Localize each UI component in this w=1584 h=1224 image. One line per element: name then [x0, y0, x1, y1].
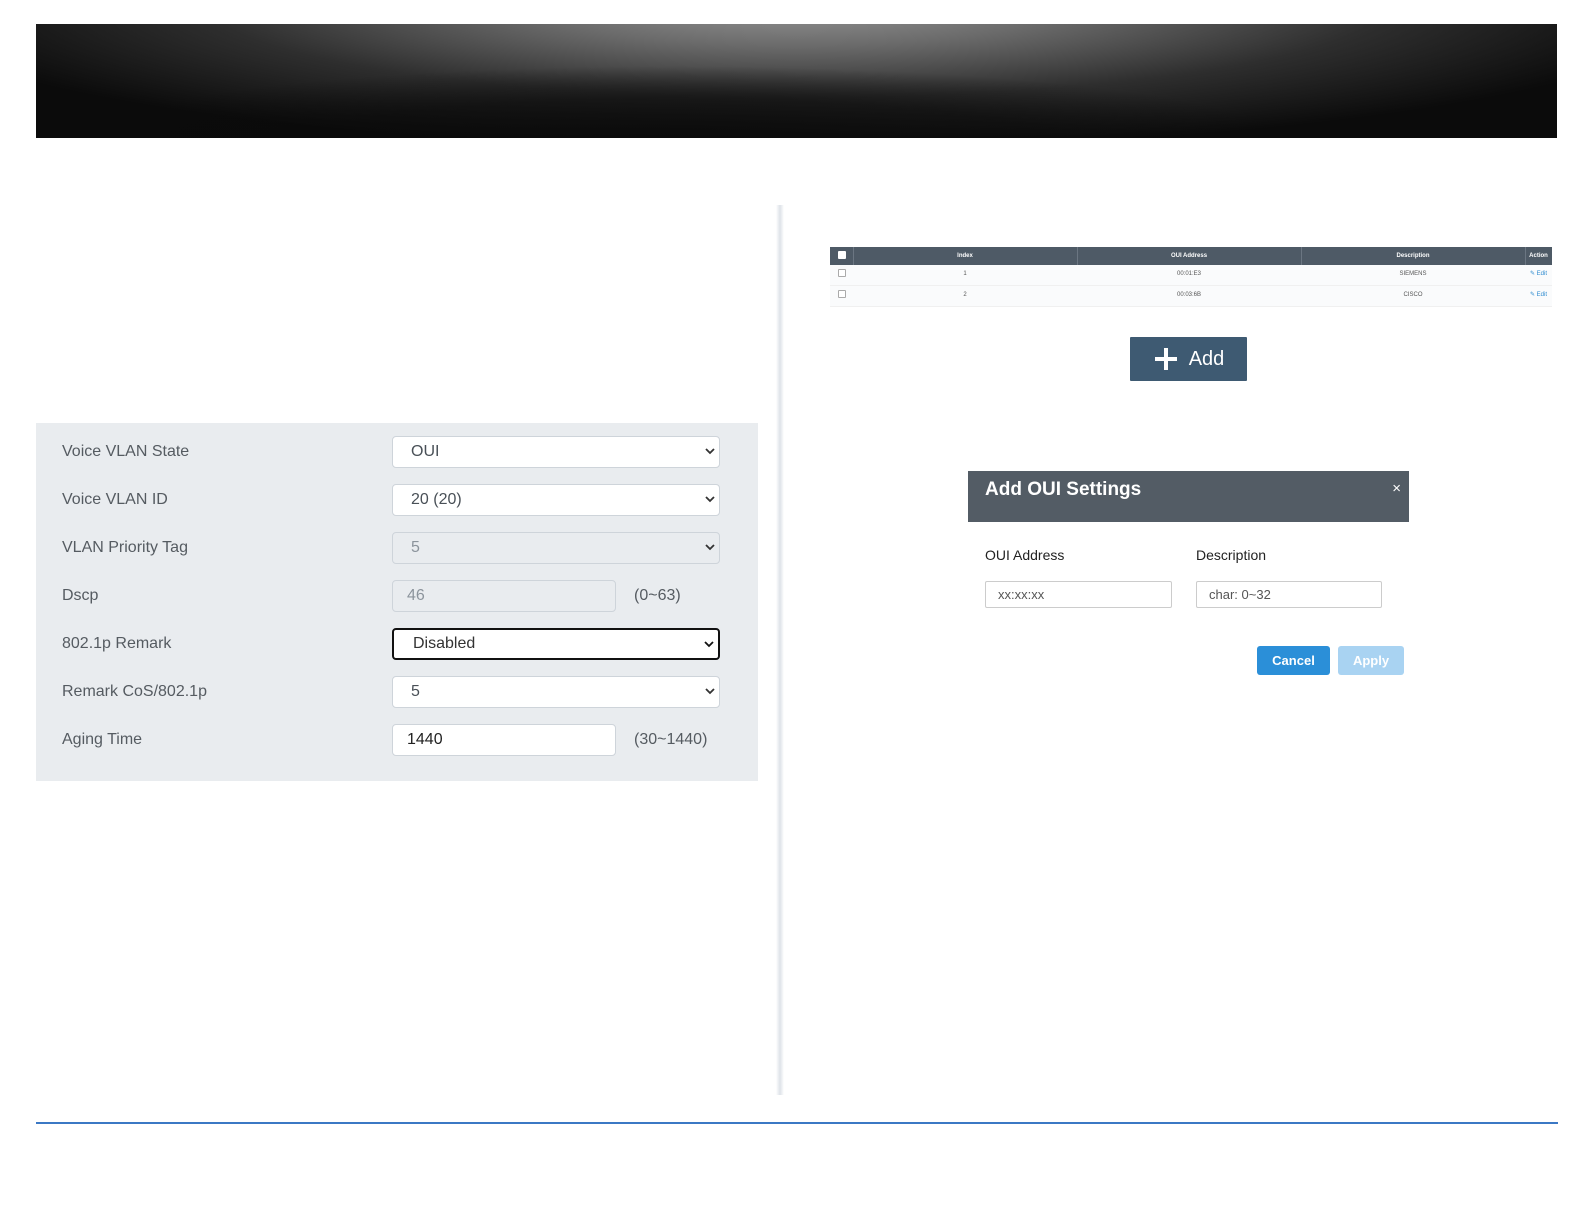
remark-cos-label: Remark CoS/802.1p: [62, 683, 207, 700]
edit-link[interactable]: ✎ Edit: [1525, 265, 1552, 285]
col-header-oui-address: OUI Address: [1077, 247, 1302, 265]
add-button-label: Add: [1188, 347, 1225, 370]
remark-cos-value: 5: [411, 683, 420, 700]
oui-address-placeholder: xx:xx:xx: [998, 587, 1045, 602]
plus-icon: [1154, 348, 1177, 370]
voice-vlan-state-select[interactable]: OUI: [392, 436, 720, 468]
row-aging-time: Aging Time 1440 (30~1440): [36, 723, 758, 759]
row-vlan-priority-tag: VLAN Priority Tag 5: [36, 531, 758, 567]
vlan-priority-tag-select[interactable]: 5: [392, 532, 720, 564]
aging-time-value: 1440: [407, 731, 443, 748]
col-header-action: Action: [1529, 253, 1548, 259]
table-row: 2 00:03:6B CISCO ✎ Edit: [830, 286, 1552, 307]
aging-time-input[interactable]: 1440: [392, 724, 616, 756]
description-placeholder: char: 0~32: [1209, 587, 1271, 602]
dscp-value: 46: [407, 587, 425, 604]
apply-button[interactable]: Apply: [1338, 646, 1404, 675]
vlan-priority-tag-label: VLAN Priority Tag: [62, 539, 188, 556]
row-description: CISCO: [1403, 292, 1423, 298]
dscp-range: (0~63): [634, 587, 681, 604]
row-dscp: Dscp 46 (0~63): [36, 579, 758, 615]
aging-time-label: Aging Time: [62, 731, 143, 748]
col-header-index: Index: [853, 247, 1078, 265]
chevron-down-icon: [704, 641, 714, 648]
close-icon[interactable]: ×: [1392, 480, 1401, 497]
description-label: Description: [1196, 547, 1267, 563]
aging-time-range: (30~1440): [634, 731, 708, 748]
select-all-checkbox[interactable]: [830, 247, 854, 265]
row-voice-vlan-id: Voice VLAN ID 20 (20): [36, 483, 758, 519]
modal-header: Add OUI Settings ×: [968, 471, 1409, 522]
row-description: SIEMENS: [1399, 271, 1427, 277]
oui-table: Index OUI Address Description Action 1 0…: [830, 247, 1552, 307]
row-oui-address: 00:01:E3: [1176, 271, 1202, 277]
edit-label: Edit: [1536, 292, 1548, 298]
header-banner: [36, 24, 1557, 138]
modal-title: Add OUI Settings: [985, 479, 1142, 500]
dscp-label: Dscp: [62, 587, 99, 604]
chevron-down-icon: [705, 688, 715, 695]
voice-vlan-id-value: 20 (20): [411, 491, 462, 508]
802-1p-remark-select[interactable]: Disabled: [392, 628, 720, 660]
edit-label: Edit: [1536, 271, 1548, 277]
description-input[interactable]: char: 0~32: [1196, 581, 1382, 608]
row-checkbox[interactable]: [830, 286, 853, 306]
voice-vlan-id-select[interactable]: 20 (20): [392, 484, 720, 516]
chevron-down-icon: [705, 448, 715, 455]
dscp-input[interactable]: 46: [392, 580, 616, 612]
oui-address-label: OUI Address: [985, 547, 1065, 563]
voice-vlan-settings-panel: Voice VLAN State OUI Voice VLAN ID 20 (2…: [36, 423, 758, 781]
row-index: 2: [963, 292, 967, 298]
row-index: 1: [963, 271, 967, 277]
row-802-1p-remark: 802.1p Remark Disabled: [36, 627, 758, 663]
row-voice-vlan-state: Voice VLAN State OUI: [36, 435, 758, 471]
voice-vlan-state-value: OUI: [411, 443, 440, 460]
vlan-priority-tag-value: 5: [411, 539, 420, 556]
footer-divider: [36, 1122, 1558, 1124]
802-1p-remark-value: Disabled: [413, 635, 476, 652]
cancel-button[interactable]: Cancel: [1257, 646, 1330, 675]
remark-cos-select[interactable]: 5: [392, 676, 720, 708]
oui-address-input[interactable]: xx:xx:xx: [985, 581, 1172, 608]
col-header-description: Description: [1301, 247, 1526, 265]
802-1p-remark-label: 802.1p Remark: [62, 635, 172, 652]
table-row: 1 00:01:E3 SIEMENS ✎ Edit: [830, 265, 1552, 286]
row-remark-cos: Remark CoS/802.1p 5: [36, 675, 758, 711]
voice-vlan-state-label: Voice VLAN State: [62, 443, 190, 460]
add-button[interactable]: Add: [1130, 337, 1247, 381]
column-divider: [776, 205, 784, 1095]
chevron-down-icon: [705, 496, 715, 503]
chevron-down-icon: [705, 544, 715, 551]
edit-link[interactable]: ✎ Edit: [1525, 286, 1552, 306]
table-header: Index OUI Address Description Action: [830, 247, 1552, 265]
voice-vlan-id-label: Voice VLAN ID: [62, 491, 168, 508]
row-oui-address: 00:03:6B: [1176, 292, 1202, 298]
row-checkbox[interactable]: [830, 265, 853, 285]
